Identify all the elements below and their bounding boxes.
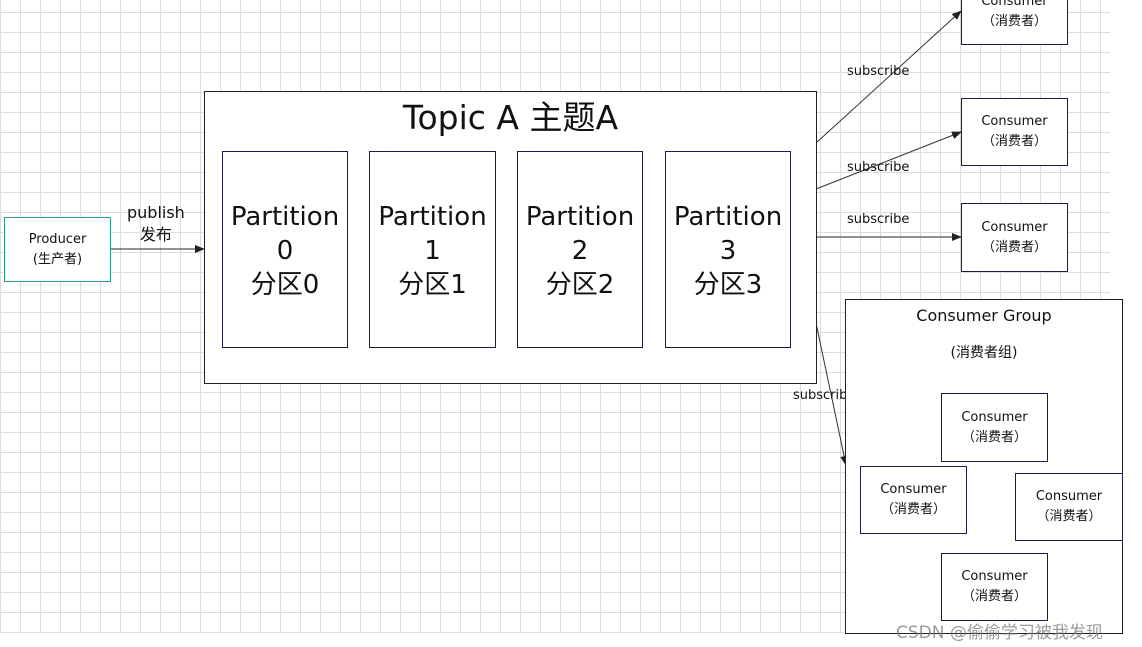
partition-2: Partition 2 分区2 [517, 151, 643, 348]
consumer-cn-label: （消费者） [981, 134, 1047, 149]
consumer-cn-label: （消费者） [981, 14, 1047, 29]
consumer-box-2: Consumer （消费者） [961, 98, 1068, 166]
producer-label: Producer [28, 231, 87, 247]
consumer-cn-label: （消费者） [880, 502, 946, 517]
partition-label: Partition [673, 202, 783, 232]
producer-box: Producer (生产者) [4, 217, 111, 282]
partition-number: 1 [424, 236, 441, 266]
consumer-label: Consumer [961, 569, 1028, 584]
group-consumer-2: Consumer （消费者） [860, 466, 967, 534]
consumer-group-title: Consumer Group [916, 306, 1052, 325]
publish-cn: 发布 [139, 225, 172, 244]
partition-label: Partition [378, 202, 487, 232]
topic-title: Topic A 主题A [402, 98, 619, 137]
watermark: CSDN @偷偷学习被我发现 [896, 623, 1103, 643]
partition-cn: 分区1 [398, 270, 467, 300]
group-consumer-3: Consumer （消费者） [1015, 473, 1123, 541]
partition-cn: 分区0 [250, 270, 320, 300]
consumer-cn-label: （消费者） [981, 239, 1047, 255]
consumer-cn-label: （消费者） [1036, 509, 1102, 524]
consumer-label: Consumer [961, 409, 1028, 425]
subscribe-label-1: subscribe [847, 64, 910, 79]
partition-1: Partition 1 分区1 [369, 151, 496, 348]
partition-number: 3 [719, 236, 737, 266]
consumer-label: Consumer [981, 114, 1048, 129]
consumer-label: Consumer [1035, 489, 1103, 504]
partition-cn: 分区3 [693, 270, 763, 300]
publish-label: publish 发布 [127, 202, 185, 246]
consumer-cn-label: （消费者） [961, 429, 1027, 445]
producer-cn-label: (生产者) [32, 251, 83, 267]
consumer-box-3: Consumer （消费者） [961, 203, 1068, 272]
partition-label: Partition [525, 202, 635, 232]
partition-label: Partition [230, 202, 340, 232]
publish-en: publish [127, 203, 185, 222]
partition-cn: 分区2 [545, 270, 615, 300]
partition-0: Partition 0 分区0 [222, 151, 348, 348]
consumer-label: Consumer [880, 482, 947, 497]
consumer-cn-label: （消费者） [961, 589, 1027, 604]
subscribe-label-3: subscribe [847, 212, 910, 227]
partition-number: 0 [276, 236, 294, 266]
subscribe-label-2: subscribe [847, 160, 910, 175]
consumer-label: Consumer [981, 219, 1048, 235]
consumer-group-subtitle: (消费者组) [950, 345, 1018, 361]
partition-number: 2 [571, 236, 589, 266]
group-consumer-1: Consumer （消费者） [941, 393, 1048, 462]
consumer-label: Consumer [981, 0, 1048, 9]
group-consumer-4: Consumer （消费者） [941, 553, 1048, 621]
partition-3: Partition 3 分区3 [665, 151, 791, 348]
consumer-box-1: Consumer （消费者） [961, 0, 1068, 45]
